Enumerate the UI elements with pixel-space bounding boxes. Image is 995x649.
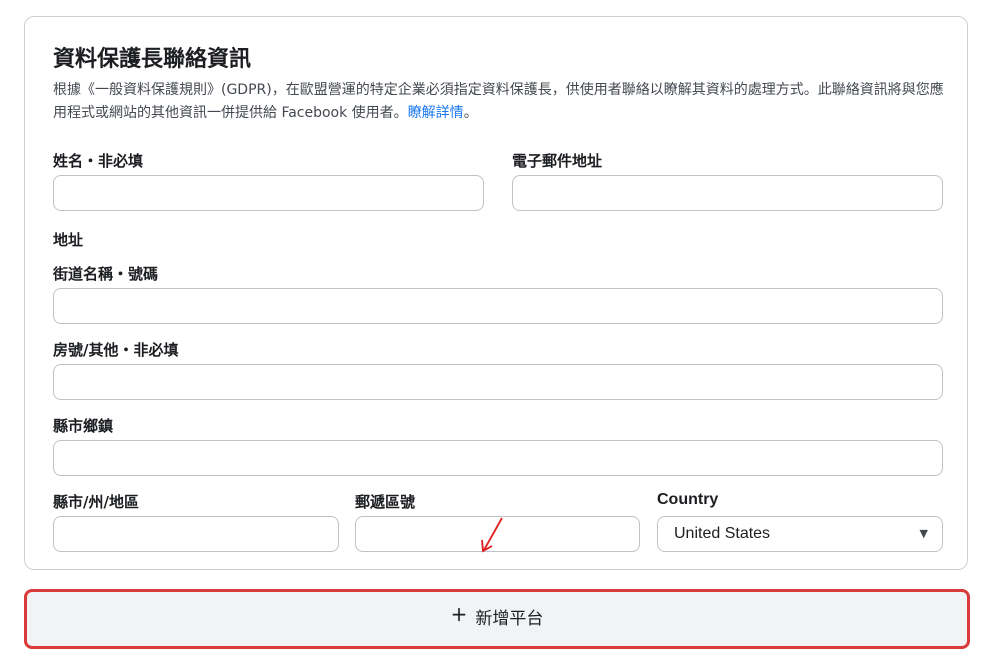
unit-label: 房號/其他・非必填 (53, 341, 179, 359)
state-label: 縣市/州/地區 (53, 493, 139, 511)
add-platform-button[interactable]: + 新增平台 (24, 589, 970, 649)
street-label: 街道名稱・號碼 (53, 265, 159, 283)
zip-label: 郵遞區號 (355, 493, 416, 511)
description-text: 根據《一般資料保護規則》(GDPR)，在歐盟營運的特定企業必須指定資料保護長，供… (53, 82, 944, 121)
dpo-contact-card: 資料保護長聯絡資訊 根據《一般資料保護規則》(GDPR)，在歐盟營運的特定企業必… (24, 16, 968, 570)
learn-more-link[interactable]: 瞭解詳情 (408, 105, 464, 121)
country-select[interactable]: United States ▼ (657, 516, 943, 552)
name-input[interactable] (53, 175, 484, 211)
description-suffix: 。 (463, 105, 478, 121)
street-input[interactable] (53, 288, 943, 324)
town-label: 縣市鄉鎮 (53, 417, 114, 435)
email-label: 電子郵件地址 (512, 152, 603, 170)
country-label: Country (657, 491, 719, 508)
address-heading: 地址 (53, 231, 84, 249)
name-label: 姓名・非必填 (53, 152, 144, 170)
country-selected-value: United States (674, 525, 771, 542)
annotation-arrow-icon (481, 517, 503, 553)
email-input[interactable] (512, 175, 943, 211)
state-input[interactable] (53, 516, 339, 552)
section-title: 資料保護長聯絡資訊 (53, 47, 252, 72)
plus-icon: + (450, 602, 468, 626)
town-input[interactable] (53, 440, 943, 476)
unit-input[interactable] (53, 364, 943, 400)
chevron-down-icon: ▼ (919, 527, 928, 540)
add-platform-label: 新增平台 (475, 609, 544, 629)
section-description: 根據《一般資料保護規則》(GDPR)，在歐盟營運的特定企業必須指定資料保護長，供… (53, 79, 945, 125)
